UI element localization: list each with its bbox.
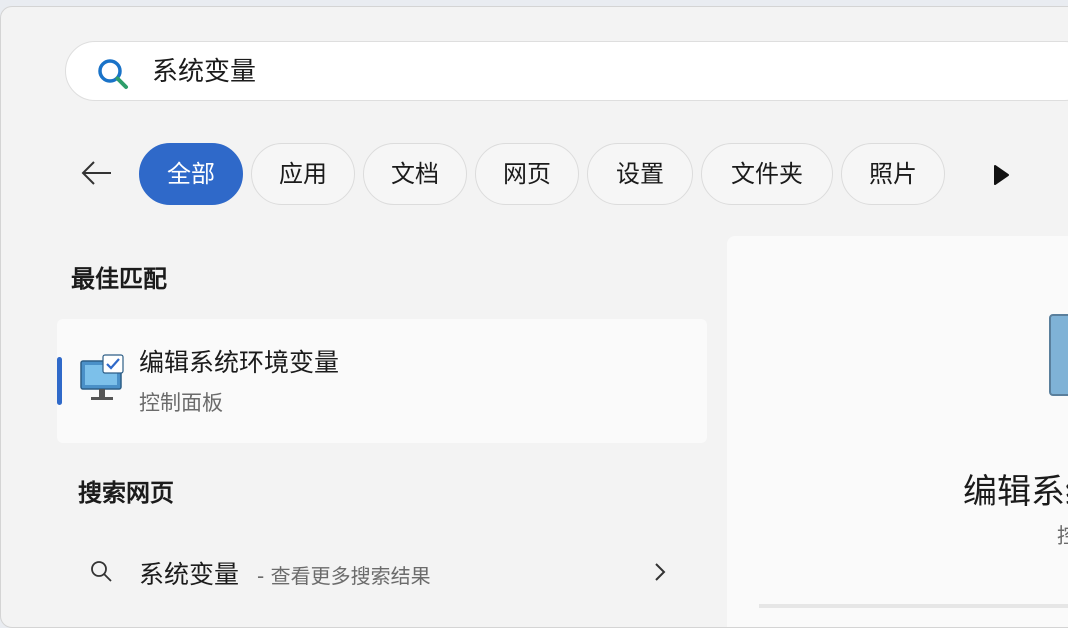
best-match-title: 编辑系统环境变量 — [139, 348, 340, 377]
filter-chip-settings[interactable]: 设置 — [587, 143, 693, 205]
filter-chip-all[interactable]: 全部 — [139, 143, 243, 205]
search-panel: 系统变量 全部 应用 文档 网页 设置 文件夹 照片 最佳匹配 编辑系统环境变量… — [0, 6, 1068, 628]
search-icon — [98, 59, 128, 89]
web-search-query: 系统变量 — [139, 560, 240, 589]
filter-chip-web[interactable]: 网页 — [475, 143, 579, 205]
search-box[interactable]: 系统变量 — [65, 41, 1068, 101]
selection-indicator — [57, 357, 62, 405]
web-search-suffix: - 查看更多搜索结果 — [257, 564, 431, 588]
preview-app-icon — [1049, 314, 1068, 396]
preview-subtitle: 控制面板 — [1057, 520, 1068, 550]
filter-chip-folders[interactable]: 文件夹 — [701, 143, 833, 205]
web-search-item[interactable]: 系统变量 - 查看更多搜索结果 — [71, 533, 707, 609]
chevron-right-icon[interactable] — [651, 561, 669, 583]
best-match-subtitle: 控制面板 — [139, 391, 223, 415]
filter-chip-apps[interactable]: 应用 — [251, 143, 355, 205]
preview-title: 编辑系统环境变量 — [963, 472, 1068, 512]
preview-pane: 编辑系统环境变量 控制面板 — [727, 236, 1068, 627]
more-filters-icon[interactable] — [991, 163, 1011, 187]
search-input[interactable]: 系统变量 — [152, 56, 256, 88]
back-arrow-icon[interactable] — [79, 155, 115, 191]
filter-chip-photos[interactable]: 照片 — [841, 143, 945, 205]
computer-settings-icon — [80, 354, 124, 400]
best-match-item[interactable] — [57, 319, 707, 443]
best-match-heading: 最佳匹配 — [71, 265, 167, 293]
filter-chip-documents[interactable]: 文档 — [363, 143, 467, 205]
web-search-heading: 搜索网页 — [78, 479, 174, 507]
web-search-icon — [91, 561, 112, 582]
